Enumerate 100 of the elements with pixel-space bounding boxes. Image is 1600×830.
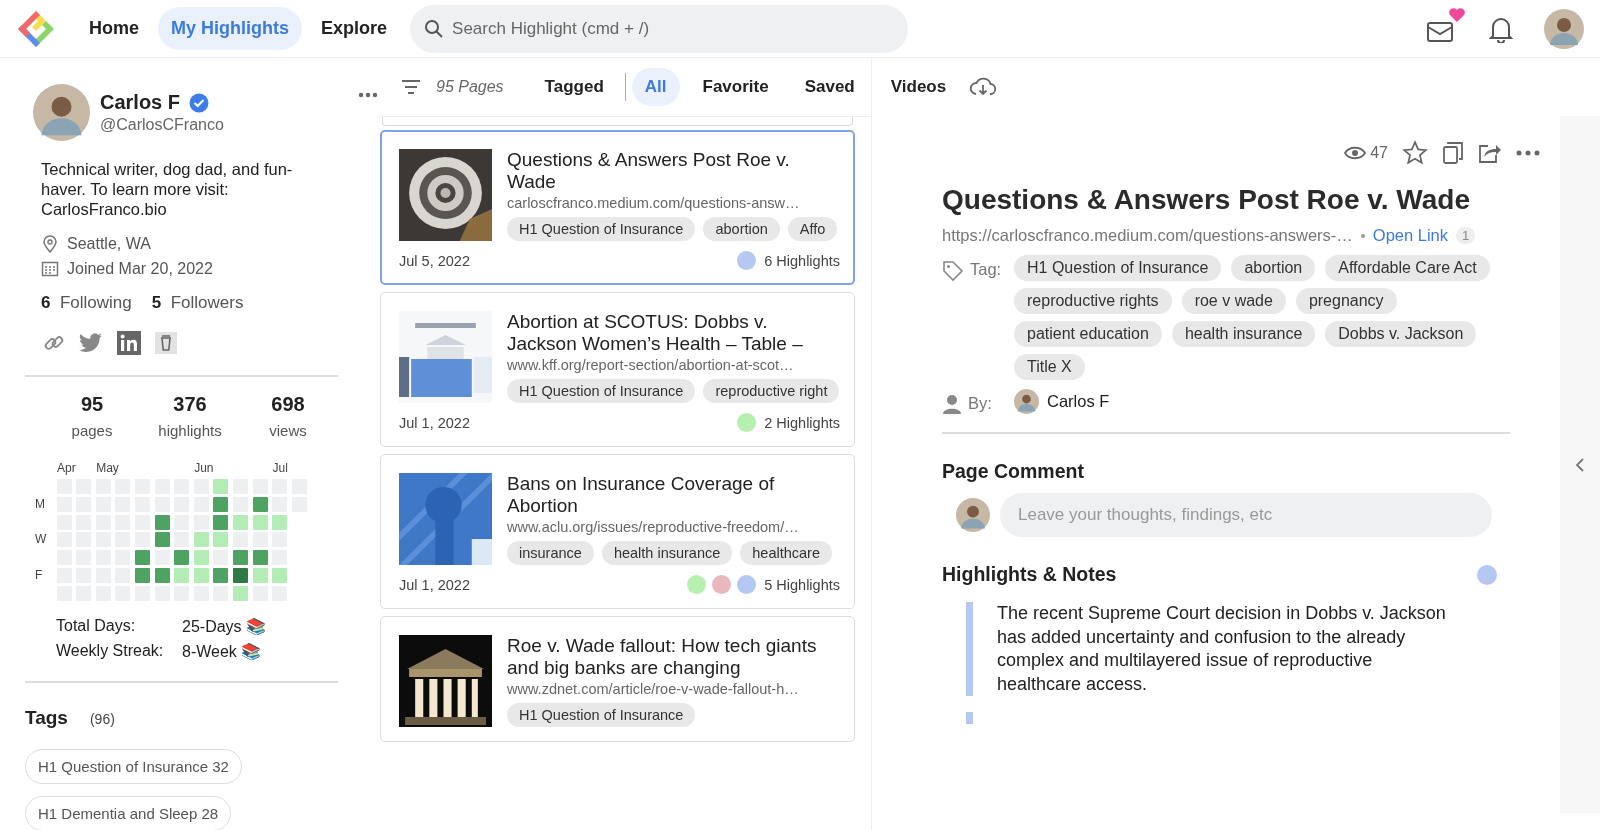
- page-date: Jul 1, 2022: [399, 576, 470, 593]
- view-count: 47: [1370, 144, 1388, 162]
- page-heading: Questions & Answers Post Roe v. Wade: [942, 184, 1471, 216]
- more-icon[interactable]: [358, 92, 378, 98]
- page-title: Abortion at SCOTUS: Dobbs v. Jackson Women’s Health – Table –: [507, 311, 804, 355]
- tag-chip[interactable]: H1 Question of Insurance: [507, 217, 696, 241]
- tag-chip[interactable]: Title X: [1014, 354, 1085, 380]
- tag-chip[interactable]: patient education: [1014, 321, 1162, 347]
- nav-tab[interactable]: My Highlights: [158, 7, 302, 50]
- app-logo[interactable]: [16, 8, 56, 49]
- stat-label: highlights: [158, 422, 222, 439]
- tag-chip[interactable]: Dobbs v. Jackson: [1325, 321, 1477, 347]
- followers-link[interactable]: 5 Followers: [151, 293, 244, 313]
- weekly-streak-label: Weekly Streak:: [56, 641, 165, 661]
- author-name: Carlos F: [1047, 392, 1110, 411]
- highlight-text: The recent Supreme Court decision in Dobbs v. Jackson has added uncertainty and confusion to the already complex and multilayered issue of reproductive healthcare access.: [997, 602, 1447, 696]
- stat-value: 376: [173, 393, 207, 416]
- eye-icon: [1344, 145, 1367, 161]
- tag-chip[interactable]: insurance: [507, 541, 594, 565]
- nav-tab[interactable]: Explore: [308, 7, 401, 50]
- following-link[interactable]: 6 Following: [41, 293, 132, 313]
- bird-icon[interactable]: [79, 333, 103, 353]
- tag-chip[interactable]: H1 Question of Insurance: [507, 703, 696, 727]
- stat-value: 95: [80, 393, 104, 416]
- highlight-count: 6 Highlights: [764, 252, 840, 269]
- cup-icon[interactable]: [155, 332, 177, 354]
- tag-chip[interactable]: Affo: [787, 217, 838, 241]
- stat-value: 698: [271, 393, 305, 416]
- star-icon[interactable]: [1402, 140, 1428, 166]
- avatar: [33, 84, 90, 141]
- page-title: Questions & Answers Post Roe v. Wade: [507, 149, 791, 193]
- page-count: 95 Pages: [436, 78, 504, 96]
- stat-label: pages: [71, 422, 113, 439]
- page-url: https://carloscfranco.medium.com/questions-answers-…: [942, 226, 1353, 245]
- tag-chip[interactable]: Affordable Care Act: [1325, 255, 1490, 281]
- page-title: Bans on Insurance Coverage of Abortion: [507, 473, 776, 517]
- cloud-download-icon[interactable]: [969, 76, 998, 98]
- page-url: www.aclu.org/issues/reproductive-freedom/…: [507, 519, 800, 535]
- tag-chip[interactable]: H1 Question of Insurance: [1014, 255, 1222, 281]
- month-label: Apr: [57, 461, 76, 475]
- highlight-count: 2 Highlights: [764, 414, 840, 431]
- page-url: www.zdnet.com/article/roe-v-wade-fallout-h…: [507, 681, 800, 697]
- profile-handle: @CarlosCFranco: [100, 116, 224, 134]
- avatar: [1014, 389, 1039, 414]
- section-title: Page Comment: [942, 460, 1085, 483]
- page-card[interactable]: Questions & Answers Post Roe v. Wade carloscfranco.medium.com/questions-answ… H1 Question of Insurance abortion Affo Jul 5, 2022 6 Highlights: [380, 130, 855, 285]
- more-icon[interactable]: [1516, 150, 1540, 156]
- stat-label: views: [269, 422, 307, 439]
- copy-icon[interactable]: [1442, 141, 1464, 165]
- page-date: Jul 5, 2022: [399, 252, 470, 269]
- tag-chip[interactable]: abortion: [1231, 255, 1316, 281]
- tag-label: Tag:: [970, 260, 1002, 279]
- day-label: W: [35, 532, 47, 547]
- link-count-badge: 1: [1456, 227, 1476, 244]
- comment-field[interactable]: Leave your thoughts, findings, etc: [1000, 493, 1492, 537]
- tag-chip[interactable]: health insurance: [601, 541, 733, 565]
- tags-title: Tags: [25, 706, 68, 729]
- page-url: carloscfranco.medium.com/questions-answ…: [507, 195, 801, 211]
- highlight-count: 5 Highlights: [764, 576, 840, 593]
- open-link[interactable]: Open Link: [1372, 226, 1449, 245]
- filter-tab[interactable]: Saved: [791, 68, 868, 106]
- filter-icon[interactable]: [400, 78, 422, 96]
- color-dot[interactable]: [1477, 564, 1497, 585]
- tag-chip[interactable]: H1 Question of Insurance 32: [25, 748, 242, 784]
- person-icon: [942, 394, 962, 414]
- location-text: Seattle, WA: [67, 234, 151, 253]
- tag-chip[interactable]: reproductive right: [703, 379, 840, 403]
- total-days-value: 25-Days 📚: [182, 616, 268, 636]
- filter-tab[interactable]: Favorite: [689, 68, 782, 106]
- share-icon[interactable]: [1478, 142, 1502, 164]
- avatar[interactable]: [1544, 8, 1584, 49]
- nav-tab[interactable]: Home: [76, 7, 152, 50]
- location-icon: [41, 234, 59, 253]
- tag-chip[interactable]: H1 Dementia and Sleep 28: [25, 795, 232, 830]
- day-label: F: [35, 568, 43, 582]
- weekly-streak-value: 8-Week 📚: [182, 641, 263, 661]
- collapse-icon[interactable]: [1575, 456, 1585, 473]
- tag-chip[interactable]: roe v wade: [1181, 288, 1286, 314]
- calendar-icon: [41, 259, 59, 278]
- filter-tab[interactable]: Videos: [877, 68, 960, 106]
- tag-chip[interactable]: health insurance: [1171, 321, 1316, 347]
- filter-tab[interactable]: All: [631, 68, 680, 106]
- tag-chip[interactable]: reproductive rights: [1014, 288, 1172, 314]
- joined-text: Joined Mar 20, 2022: [67, 259, 213, 278]
- page-card[interactable]: Roe v. Wade fallout: How tech giants and big banks are changing www.zdnet.com/article/roe-v-wade-fallout-h… H1 Question of Insurance: [380, 616, 855, 742]
- tag-chip[interactable]: healthcare: [740, 541, 832, 565]
- search-icon: [424, 18, 445, 39]
- tag-chip[interactable]: H1 Question of Insurance: [507, 379, 696, 403]
- tag-chip[interactable]: pregnancy: [1295, 288, 1397, 314]
- page-url: www.kff.org/report-section/abortion-at-scot…: [507, 357, 795, 373]
- linkedin-icon[interactable]: [117, 331, 141, 355]
- page-card[interactable]: Abortion at SCOTUS: Dobbs v. Jackson Women’s Health – Table – www.kff.org/report-section/abortion-at-scot… H1 Question of Insurance reproductive right Jul 1, 2022 2 Highlights: [380, 292, 855, 447]
- section-title: Highlights & Notes: [942, 563, 1117, 586]
- total-days-label: Total Days:: [56, 616, 137, 636]
- filter-tab[interactable]: Tagged: [531, 68, 617, 106]
- page-card[interactable]: Bans on Insurance Coverage of Abortion www.aclu.org/issues/reproductive-freedom/… insurance health insurance healthcare Jul 1, 2022 5 Highlights: [380, 454, 855, 609]
- search-field[interactable]: Search Highlight (cmd + /): [410, 4, 909, 53]
- day-label: M: [35, 496, 45, 511]
- by-label: By:: [968, 394, 992, 413]
- tag-chip[interactable]: abortion: [703, 217, 780, 241]
